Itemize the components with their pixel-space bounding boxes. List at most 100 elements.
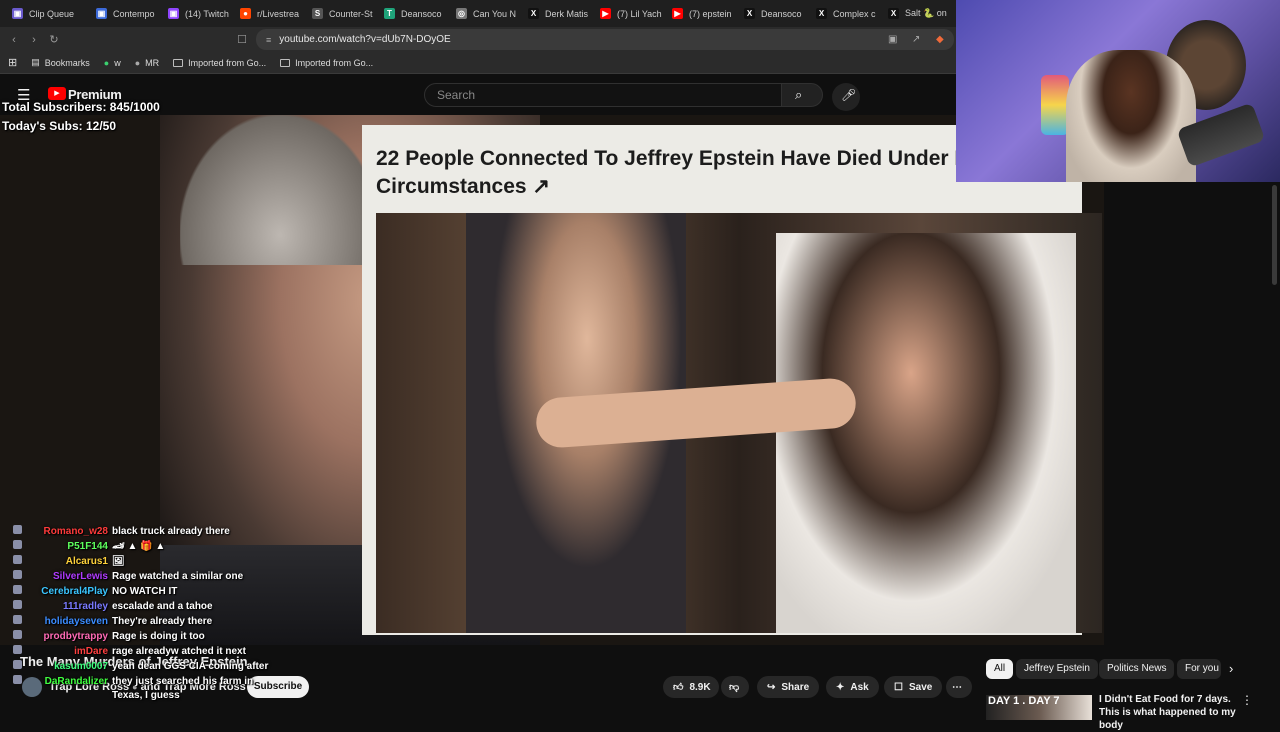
screen-icon[interactable]: ▣ — [888, 34, 897, 45]
like-button[interactable]: 👍︎ 8.9K — [663, 676, 719, 698]
back-icon[interactable]: ‹ — [4, 34, 24, 46]
chat-username[interactable]: kasum0007 — [26, 661, 108, 672]
bookmark-item[interactable]: Imported from Go... — [173, 58, 266, 68]
chat-badges — [0, 570, 22, 582]
browser-tab[interactable]: X Salt 🐍 on — [880, 0, 952, 27]
brave-shield-icon[interactable]: ◆ — [936, 34, 944, 45]
chat-username[interactable]: imDare — [26, 646, 108, 657]
filter-chip[interactable]: All — [986, 659, 1014, 679]
chat-username[interactable]: 111radley — [26, 601, 108, 612]
chat-badges — [0, 540, 22, 552]
url-text: youtube.com/watch?v=dUb7N-DOyOE — [279, 34, 451, 45]
tab-favicon-icon: X — [528, 8, 539, 19]
ask-button[interactable]: ✦ Ask — [826, 676, 879, 698]
browser-tab[interactable]: X Complex c — [808, 0, 880, 27]
more-actions-button[interactable]: ⋯ — [946, 676, 972, 698]
browser-tab[interactable]: ▣ Contempo — [88, 0, 160, 27]
youtube-logo-icon[interactable]: ▶ — [48, 87, 66, 100]
browser-tab[interactable]: T Deansoco — [376, 0, 448, 27]
bookmark-icon[interactable]: ☐ — [232, 33, 252, 46]
bookmark-item[interactable]: ▤ Bookmarks — [31, 57, 90, 68]
chat-text: 🖼 — [112, 555, 125, 567]
tab-label: Salt 🐍 on — [905, 8, 947, 18]
chevron-right-icon[interactable]: › — [1229, 661, 1233, 676]
chat-username[interactable]: SilverLewis — [26, 571, 108, 582]
forward-icon[interactable]: › — [24, 34, 44, 46]
webcam-streamer — [1066, 50, 1196, 182]
chat-message: holidayseven They're already there — [0, 615, 212, 627]
browser-tab[interactable]: X Derk Matis — [520, 0, 592, 27]
chat-username[interactable]: Romano_w28 — [26, 526, 108, 537]
bookmark-item[interactable]: ● w — [104, 58, 121, 68]
chat-text: Rage is doing it too — [112, 630, 205, 642]
site-info-icon[interactable]: ≡ — [266, 35, 271, 45]
total-subscribers-counter: Total Subscribers: 845/1000 — [2, 100, 160, 114]
tab-label: Contempo — [113, 8, 155, 19]
browser-tab[interactable]: X Deansoco — [736, 0, 808, 27]
bookmark-item[interactable]: ● MR — [135, 58, 159, 68]
chat-badges — [0, 660, 22, 672]
chat-badge-icon — [13, 555, 22, 564]
article-photo — [376, 213, 1102, 633]
recommendation-thumbnail[interactable]: DAY 1 . DAY 7 — [986, 695, 1092, 720]
recommendation-title[interactable]: I Didn't Eat Food for 7 days. This is wh… — [1099, 693, 1239, 732]
bookmark-item[interactable]: Imported from Go... — [280, 58, 373, 68]
search-icon: ⌕ — [795, 87, 803, 102]
page-scrollbar[interactable] — [1272, 185, 1277, 285]
browser-tab[interactable]: ◎ Can You N — [448, 0, 520, 27]
filter-chip[interactable]: Politics News — [1099, 659, 1175, 679]
browser-tab[interactable]: ● r/Livestrea — [232, 0, 304, 27]
reload-icon[interactable]: ↻ — [44, 33, 64, 46]
chat-text: yeah dean GGS CIA coming after — [112, 660, 269, 672]
browser-tab[interactable]: ▶ (7) epstein — [664, 0, 736, 27]
bookmark-label: MR — [145, 57, 160, 68]
browser-tab[interactable]: ▶ (7) Lil Yach — [592, 0, 664, 27]
chat-username[interactable]: DaRandalizer — [26, 676, 108, 687]
chat-badge-icon — [13, 675, 22, 684]
chat-username[interactable]: P51F144 — [26, 541, 108, 552]
chat-text: escalade and a tahoe — [112, 600, 213, 612]
browser-toolbar: ‹ › ↻ ☐ ≡ youtube.com/watch?v=dUb7N-DOyO… — [0, 27, 956, 52]
tab-label: Can You N — [473, 8, 517, 19]
chat-message: kasum0007 yeah dean GGS CIA coming after — [0, 660, 268, 672]
filter-chip[interactable]: For you — [1177, 659, 1221, 679]
chat-badges — [0, 525, 22, 537]
chat-badge-icon — [13, 630, 22, 639]
chat-badges — [0, 585, 22, 597]
search-button[interactable]: ⌕ — [781, 83, 823, 107]
voice-search-button[interactable]: 🎤︎ — [832, 83, 860, 111]
video-player[interactable]: 22 People Connected To Jeffrey Epstein H… — [0, 115, 1104, 645]
address-bar[interactable]: ≡ youtube.com/watch?v=dUb7N-DOyOE ▣ ↗ ◆ — [256, 29, 954, 50]
chat-message: prodbytrappy Rage is doing it too — [0, 630, 205, 642]
browser-tab[interactable]: ▣ Clip Queue — [4, 0, 88, 27]
ask-label: Ask — [850, 681, 869, 693]
share-button[interactable]: ↪ Share — [757, 676, 820, 698]
chat-username[interactable]: Alcarus1 — [26, 556, 108, 567]
article-card: 22 People Connected To Jeffrey Epstein H… — [362, 125, 1102, 635]
chat-badge-icon — [13, 615, 22, 624]
share-icon: ↪ — [767, 681, 776, 693]
browser-tab[interactable]: S Counter-St — [304, 0, 376, 27]
chat-username[interactable]: prodbytrappy — [26, 631, 108, 642]
chat-text: black truck already there — [112, 525, 230, 537]
browser-tab[interactable]: ▣ (14) Twitch — [160, 0, 232, 27]
dislike-button[interactable]: 👎︎ — [721, 676, 749, 698]
search-input[interactable]: Search — [424, 83, 782, 107]
chat-badge-icon — [13, 585, 22, 594]
apps-grid-icon[interactable]: ⊞ — [8, 56, 17, 69]
recommendation-thumb-text: DAY 1 . DAY 7 — [988, 695, 1060, 707]
chat-username[interactable]: holidayseven — [26, 616, 108, 627]
microphone-icon: 🎤︎ — [841, 88, 857, 102]
filter-chip[interactable]: Jeffrey Epstein — [1016, 659, 1098, 679]
save-button[interactable]: ☐ Save — [884, 676, 943, 698]
chat-username[interactable]: Cerebral4Play — [26, 586, 108, 597]
tab-favicon-icon: ● — [240, 8, 251, 19]
webcam-arcade-machine — [1041, 75, 1069, 135]
share-page-icon[interactable]: ↗ — [912, 34, 920, 45]
tab-label: Counter-St — [329, 8, 373, 19]
recommendation-menu-icon[interactable]: ⋮ — [1241, 693, 1253, 707]
chat-text: rage alreadyw atched it next — [112, 645, 246, 657]
tab-favicon-icon: ▶ — [600, 8, 611, 19]
chat-message: DaRandalizer they just searched his farm … — [0, 675, 253, 687]
subscribe-button[interactable]: Subscribe — [247, 676, 309, 698]
